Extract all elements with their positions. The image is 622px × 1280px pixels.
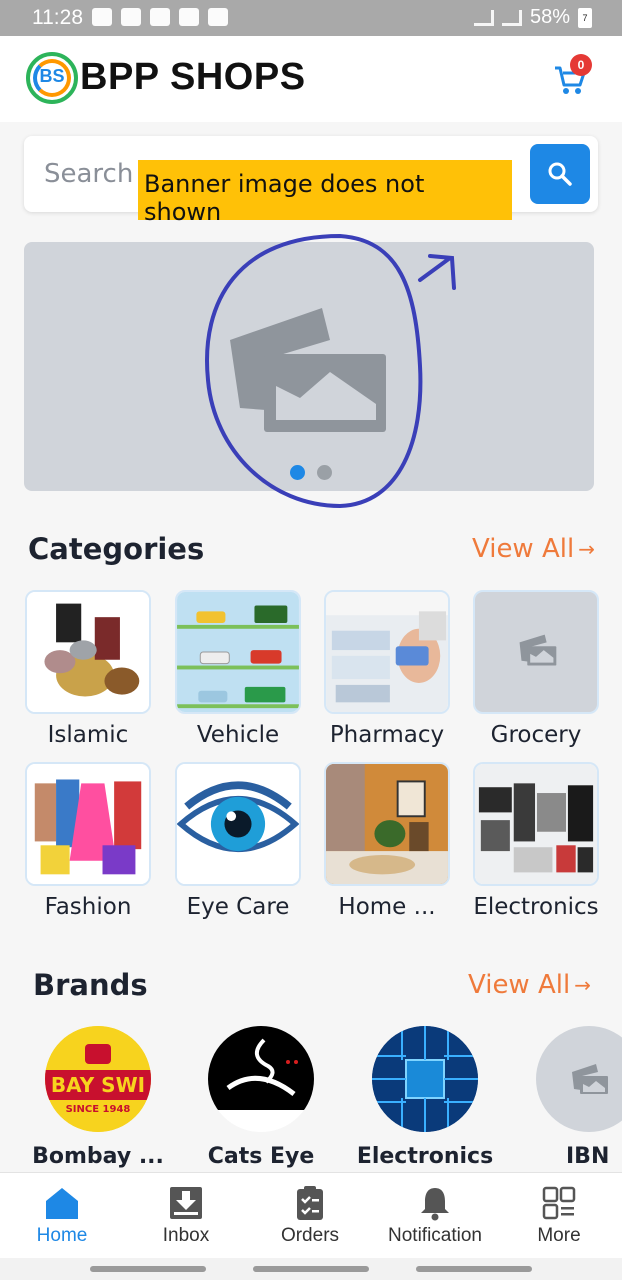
message-icon bbox=[92, 8, 112, 26]
category-label: Home ... bbox=[338, 894, 436, 920]
category-image bbox=[175, 762, 301, 886]
annotation-note: Banner image does not shown bbox=[138, 160, 512, 226]
nav-notification[interactable]: Notification bbox=[373, 1173, 497, 1259]
carousel-dot-active[interactable] bbox=[290, 465, 305, 480]
status-right: 58% 7 bbox=[473, 6, 592, 29]
brands-title: Brands bbox=[33, 968, 148, 1002]
app-header: BS BPP SHOPS 0 bbox=[0, 36, 622, 122]
image-placeholder-icon bbox=[519, 634, 557, 666]
category-islamic[interactable]: Islamic bbox=[25, 590, 151, 748]
category-label: Islamic bbox=[47, 722, 129, 748]
nav-label: Notification bbox=[388, 1225, 482, 1246]
brand-logo bbox=[372, 1026, 478, 1132]
battery-icon: 7 bbox=[578, 7, 592, 28]
brand-bombay[interactable]: BAY SWI SINCE 1948 Bombay ... bbox=[28, 1026, 168, 1169]
category-home[interactable]: Home ... bbox=[324, 762, 450, 920]
view-all-label: View All bbox=[472, 534, 575, 564]
brand-name: Electronics bbox=[356, 1144, 494, 1169]
categories-title: Categories bbox=[28, 532, 205, 566]
category-vehicle[interactable]: Vehicle bbox=[175, 590, 301, 748]
brand-cats-eye[interactable]: Cats Eye bbox=[191, 1026, 331, 1169]
category-electronics[interactable]: Electronics bbox=[473, 762, 599, 920]
nav-more[interactable]: More bbox=[497, 1173, 621, 1259]
nav-orders[interactable]: Orders bbox=[248, 1173, 372, 1259]
brand-logo-sub: SINCE 1948 bbox=[66, 1104, 131, 1115]
brand-name: Bombay ... bbox=[32, 1144, 164, 1169]
brand-logo: BAY SWI SINCE 1948 bbox=[45, 1026, 151, 1132]
brand-name: Cats Eye bbox=[207, 1144, 315, 1169]
carousel-dot[interactable] bbox=[317, 465, 332, 480]
category-image bbox=[324, 590, 450, 714]
brands-view-all[interactable]: View All → bbox=[468, 970, 591, 1000]
brand-logo-text: BAY SWI bbox=[51, 1073, 145, 1097]
category-fashion[interactable]: Fashion bbox=[25, 762, 151, 920]
signal-icon bbox=[501, 9, 522, 26]
wifi-icon bbox=[473, 9, 494, 26]
category-label: Eye Care bbox=[186, 894, 290, 920]
category-label: Electronics bbox=[473, 894, 599, 920]
image-placeholder-icon bbox=[230, 308, 386, 432]
hand-icon bbox=[121, 8, 141, 26]
category-label: Grocery bbox=[490, 722, 582, 748]
status-bar: 11:28 58% 7 bbox=[0, 0, 622, 36]
category-image bbox=[324, 762, 450, 886]
view-all-label: View All bbox=[468, 970, 571, 1000]
status-time: 11:28 bbox=[32, 6, 83, 29]
inbox-icon bbox=[170, 1187, 202, 1219]
brand-logo-placeholder bbox=[536, 1026, 622, 1132]
category-image bbox=[25, 762, 151, 886]
nav-inbox[interactable]: Inbox bbox=[124, 1173, 248, 1259]
nav-label: More bbox=[537, 1225, 581, 1246]
system-gesture-bar bbox=[0, 1258, 622, 1280]
arrow-right-icon: → bbox=[578, 537, 595, 561]
category-image bbox=[25, 590, 151, 714]
category-grocery[interactable]: Grocery bbox=[473, 590, 599, 748]
logo-text: BS bbox=[39, 66, 65, 86]
brand-electronics[interactable]: Electronics bbox=[355, 1026, 495, 1169]
notification-icons bbox=[92, 8, 228, 26]
brand-ibn[interactable]: IBN bbox=[518, 1026, 622, 1169]
arrow-right-icon: → bbox=[574, 973, 591, 997]
category-label: Pharmacy bbox=[329, 722, 445, 748]
system-handle bbox=[416, 1266, 532, 1272]
nav-label: Orders bbox=[280, 1225, 340, 1246]
image-icon bbox=[208, 8, 228, 26]
system-handle bbox=[253, 1266, 369, 1272]
image-placeholder-icon bbox=[572, 1064, 608, 1094]
category-pharmacy[interactable]: Pharmacy bbox=[324, 590, 450, 748]
nav-home[interactable]: Home bbox=[0, 1173, 124, 1259]
search-icon bbox=[548, 162, 572, 186]
categories-view-all[interactable]: View All → bbox=[472, 534, 595, 564]
bell-icon bbox=[421, 1188, 449, 1221]
battery-percent: 58% bbox=[529, 6, 570, 28]
category-image-placeholder bbox=[473, 590, 599, 714]
category-image bbox=[473, 762, 599, 886]
category-image bbox=[175, 590, 301, 714]
folder-icon bbox=[179, 8, 199, 26]
category-label: Fashion bbox=[44, 894, 132, 920]
home-icon bbox=[46, 1188, 78, 1219]
nav-label: Home bbox=[36, 1225, 88, 1246]
facebook-icon bbox=[150, 8, 170, 26]
brand-logo bbox=[208, 1026, 314, 1132]
bottom-navigation: Home Inbox Orders Notification More bbox=[0, 1172, 622, 1258]
category-eye-care[interactable]: Eye Care bbox=[175, 762, 301, 920]
brand-name: IBN bbox=[566, 1144, 610, 1169]
grid-icon bbox=[542, 1186, 576, 1220]
banner-carousel[interactable] bbox=[24, 242, 594, 491]
app-title: BPP SHOPS bbox=[80, 56, 306, 98]
search-button[interactable] bbox=[530, 144, 590, 204]
category-label: Vehicle bbox=[196, 722, 280, 748]
app-logo: BS bbox=[26, 52, 78, 104]
cart-badge: 0 bbox=[570, 54, 592, 76]
system-handle bbox=[90, 1266, 206, 1272]
orders-icon bbox=[297, 1186, 323, 1220]
nav-label: Inbox bbox=[162, 1225, 210, 1246]
